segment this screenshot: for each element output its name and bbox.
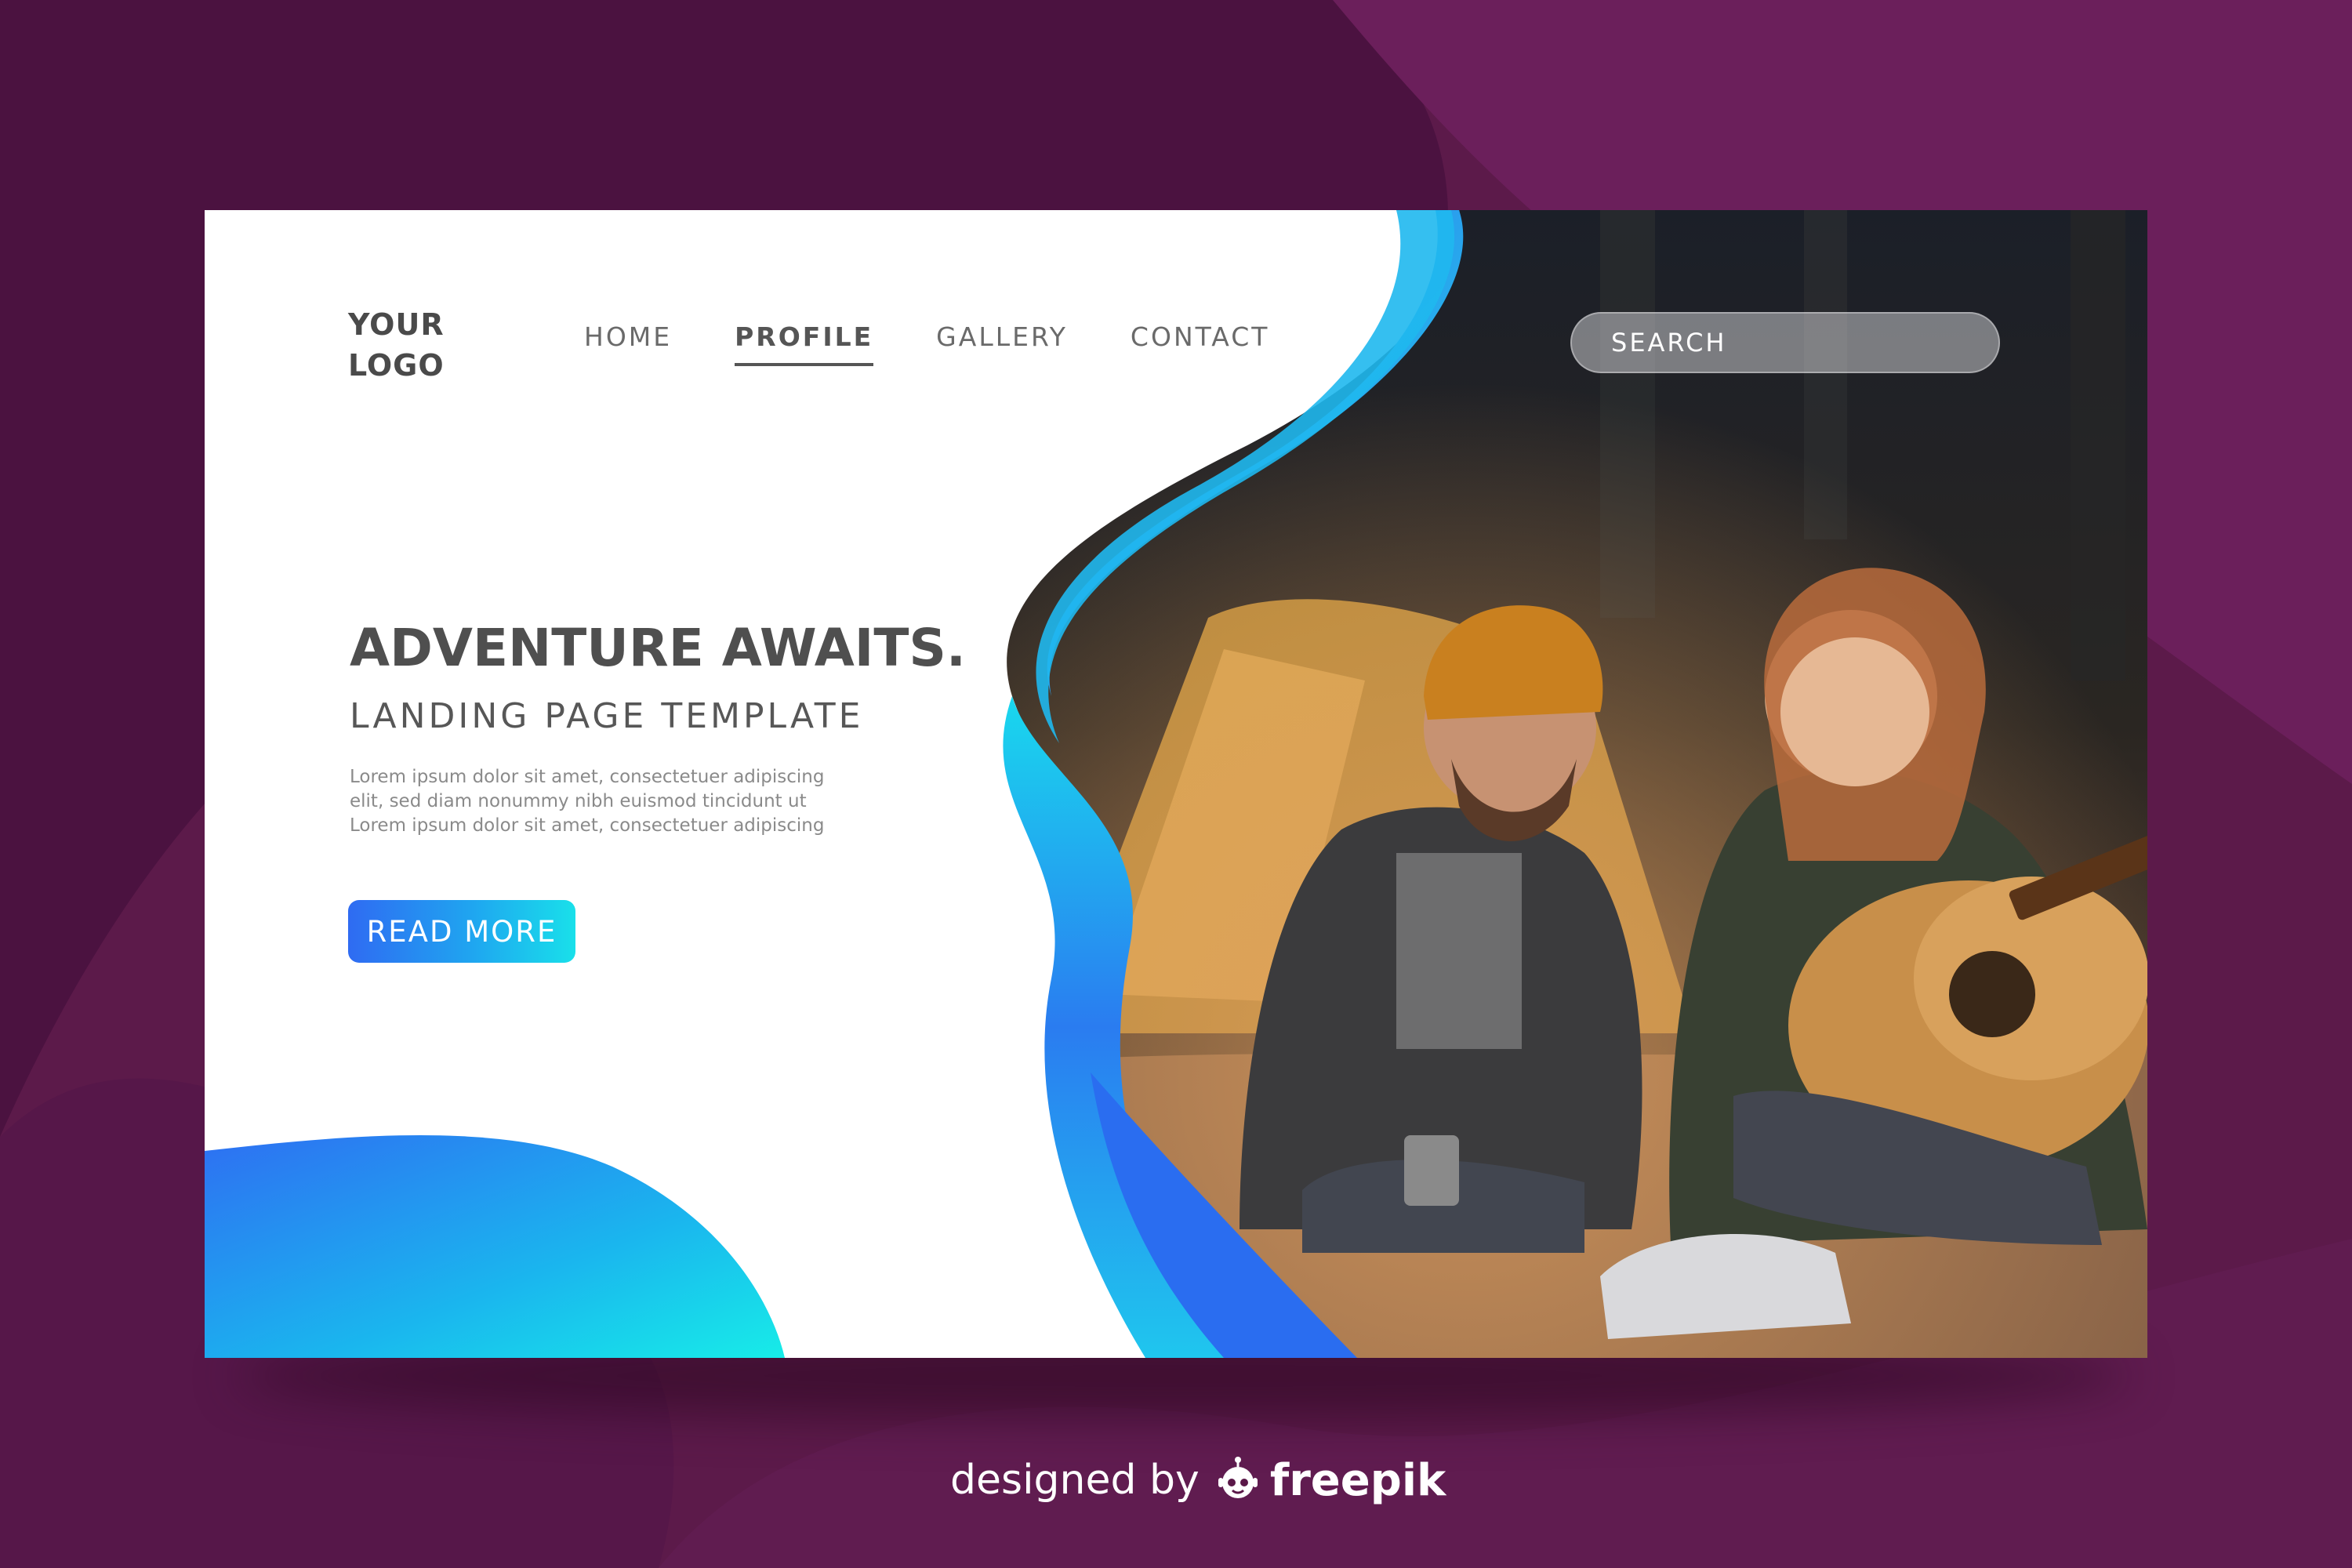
- search-bar: [1570, 312, 2000, 373]
- landing-page-card: YOUR LOGO HOME PROFILE GALLERY CONTACT A…: [205, 210, 2147, 1358]
- hero-headline: ADVENTURE AWAITS.: [350, 618, 966, 678]
- nav-item-gallery[interactable]: GALLERY: [936, 321, 1068, 363]
- credit-prefix: designed by: [950, 1457, 1200, 1504]
- site-logo[interactable]: YOUR LOGO: [348, 304, 458, 386]
- nav-item-contact[interactable]: CONTACT: [1131, 321, 1270, 363]
- search-input[interactable]: [1610, 327, 1958, 358]
- hero-subheadline: LANDING PAGE TEMPLATE: [350, 696, 864, 736]
- freepik-robot-icon: [1218, 1457, 1258, 1498]
- designer-credit: designed by freepik: [950, 1449, 1446, 1512]
- nav-item-home[interactable]: HOME: [584, 321, 672, 363]
- read-more-button[interactable]: READ MORE: [348, 900, 575, 963]
- hero-body-line: elit, sed diam nonummy nibh euismod tinc…: [350, 791, 807, 811]
- hero-body-line: Lorem ipsum dolor sit amet, consectetuer…: [350, 767, 825, 787]
- nav-item-profile[interactable]: PROFILE: [735, 321, 874, 366]
- credit-brand: freepik: [1269, 1454, 1446, 1506]
- hero-body-line: Lorem ipsum dolor sit amet, consectetuer…: [350, 815, 825, 836]
- hero-body-text: Lorem ipsum dolor sit amet, consectetuer…: [350, 765, 898, 838]
- main-nav: HOME PROFILE GALLERY CONTACT: [584, 321, 1332, 368]
